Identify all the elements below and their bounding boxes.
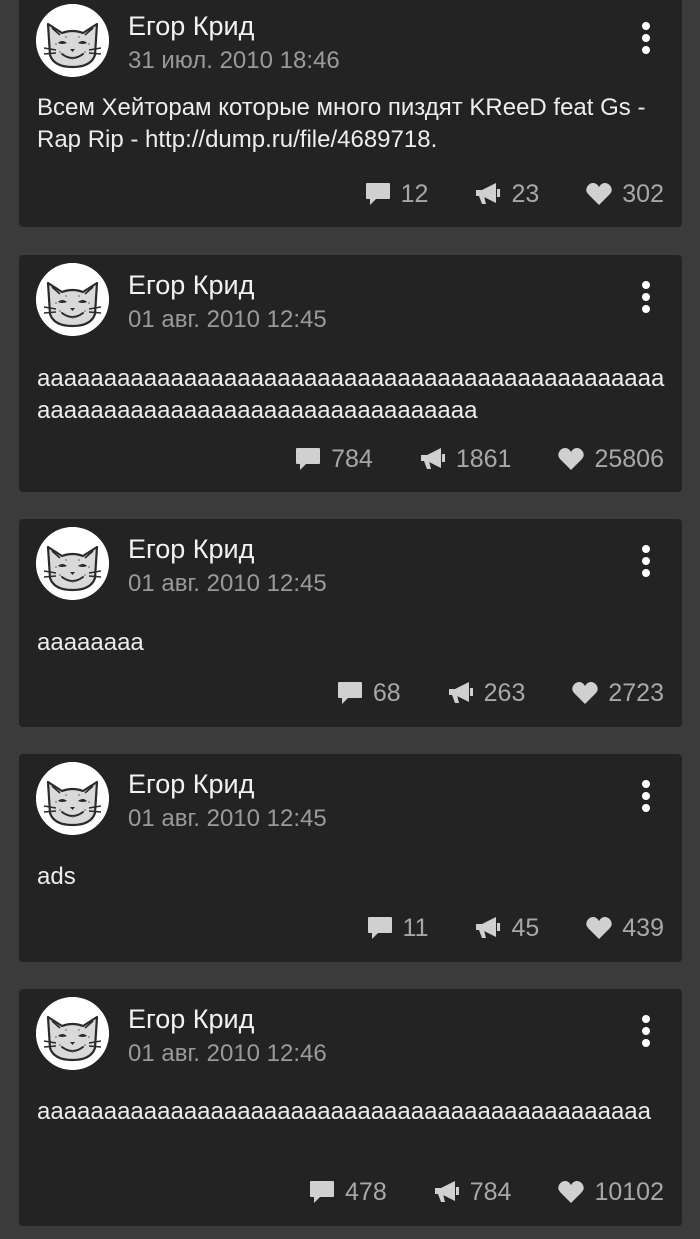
heart-icon — [585, 181, 613, 207]
heart-icon — [571, 680, 599, 706]
post-text: Всем Хейторам которые много пиздят KReeD… — [37, 94, 646, 153]
post-card: Егор Крид 31 июл. 2010 18:46 Всем Хейтор… — [19, 0, 682, 227]
likes-count: 25806 — [594, 445, 664, 473]
post-actions: 68 263 2723 — [336, 678, 664, 708]
post-text: аааааааааааааааааааааааааааааааааааааааа… — [37, 1098, 651, 1125]
like-button[interactable]: 2723 — [571, 678, 664, 708]
repost-button[interactable]: 784 — [433, 1177, 512, 1207]
comments-button[interactable]: 11 — [366, 913, 429, 943]
heart-icon — [557, 1179, 585, 1205]
reposts-count: 23 — [511, 180, 540, 208]
comments-button[interactable]: 68 — [336, 678, 401, 708]
likes-count: 302 — [622, 180, 664, 208]
post-card: Егор Крид 01 авг. 2010 12:45 ads 11 45 4… — [19, 754, 682, 962]
like-button[interactable]: 302 — [585, 179, 664, 209]
reposts-count: 1861 — [455, 445, 512, 473]
speech-bubble-icon — [336, 680, 364, 706]
like-button[interactable]: 25806 — [557, 444, 664, 474]
megaphone-icon — [419, 446, 447, 472]
post-date: 01 авг. 2010 12:45 — [128, 805, 327, 832]
reposts-count: 45 — [511, 914, 540, 942]
post-author[interactable]: Егор Крид — [128, 269, 254, 301]
likes-count: 439 — [622, 914, 664, 942]
repost-button[interactable]: 263 — [447, 678, 526, 708]
speech-bubble-icon — [366, 915, 394, 941]
post-actions: 784 1861 25806 — [294, 444, 664, 474]
repost-button[interactable]: 23 — [474, 179, 539, 209]
post-actions: 12 23 302 — [364, 179, 664, 209]
likes-count: 2723 — [608, 679, 664, 707]
cat-face-avatar-icon[interactable] — [36, 762, 109, 835]
speech-bubble-icon — [294, 446, 322, 472]
cat-face-avatar-icon[interactable] — [36, 4, 109, 77]
vertical-dots-menu-icon[interactable] — [631, 18, 661, 58]
cat-face-avatar-icon[interactable] — [36, 263, 109, 336]
speech-bubble-icon — [308, 1179, 336, 1205]
post-actions: 11 45 439 — [366, 913, 664, 943]
vertical-dots-menu-icon[interactable] — [631, 277, 661, 317]
megaphone-icon — [474, 181, 502, 207]
post-feed: Егор Крид 31 июл. 2010 18:46 Всем Хейтор… — [0, 0, 700, 1239]
comments-count: 12 — [400, 180, 429, 208]
vertical-dots-menu-icon[interactable] — [631, 1011, 661, 1051]
post-author[interactable]: Егор Крид — [128, 10, 254, 42]
post-date: 01 авг. 2010 12:46 — [128, 1040, 327, 1067]
reposts-count: 784 — [469, 1178, 512, 1206]
heart-icon — [585, 915, 613, 941]
megaphone-icon — [474, 915, 502, 941]
speech-bubble-icon — [364, 181, 392, 207]
reposts-count: 263 — [483, 679, 526, 707]
comments-button[interactable]: 478 — [308, 1177, 387, 1207]
post-author[interactable]: Егор Крид — [128, 768, 254, 800]
post-card: Егор Крид 01 авг. 2010 12:45 ааааааааааа… — [19, 255, 682, 492]
post-date: 01 авг. 2010 12:45 — [128, 570, 327, 597]
post-date: 31 июл. 2010 18:46 — [128, 47, 340, 74]
cat-face-avatar-icon[interactable] — [36, 997, 109, 1070]
likes-count: 10102 — [594, 1178, 664, 1206]
post-author[interactable]: Егор Крид — [128, 1003, 254, 1035]
post-date: 01 авг. 2010 12:45 — [128, 306, 327, 333]
post-author[interactable]: Егор Крид — [128, 533, 254, 565]
post-text: аааааааа — [37, 629, 144, 656]
post-card: Егор Крид 01 авг. 2010 12:46 ааааааааааа… — [19, 989, 682, 1226]
post-card: Егор Крид 01 авг. 2010 12:45 аааааааа 68… — [19, 519, 682, 727]
heart-icon — [557, 446, 585, 472]
comments-count: 68 — [372, 679, 401, 707]
comments-count: 11 — [402, 914, 429, 942]
megaphone-icon — [447, 680, 475, 706]
post-text: ads — [37, 863, 76, 890]
comments-button[interactable]: 12 — [364, 179, 429, 209]
comments-button[interactable]: 784 — [294, 444, 373, 474]
vertical-dots-menu-icon[interactable] — [631, 776, 661, 816]
comments-count: 478 — [345, 1178, 387, 1206]
megaphone-icon — [433, 1179, 461, 1205]
repost-button[interactable]: 1861 — [419, 444, 512, 474]
cat-face-avatar-icon[interactable] — [36, 527, 109, 600]
like-button[interactable]: 10102 — [557, 1177, 664, 1207]
post-text: аааааааааааааааааааааааааааааааааааааааа… — [37, 365, 665, 424]
vertical-dots-menu-icon[interactable] — [631, 541, 661, 581]
like-button[interactable]: 439 — [585, 913, 664, 943]
repost-button[interactable]: 45 — [474, 913, 539, 943]
post-actions: 478 784 10102 — [308, 1177, 664, 1207]
comments-count: 784 — [331, 445, 373, 473]
